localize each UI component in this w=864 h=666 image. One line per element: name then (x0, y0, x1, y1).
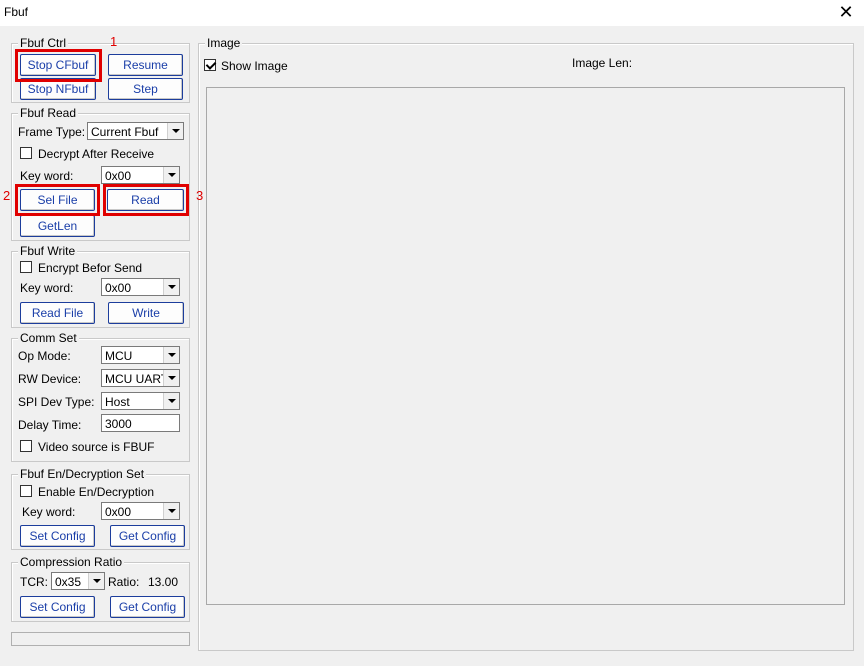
read-file-button[interactable]: Read File (20, 302, 95, 324)
rw-device-label: RW Device: (18, 372, 82, 386)
frame-type-value: Current Fbuf (91, 125, 159, 139)
chevron-down-icon[interactable] (163, 279, 179, 295)
ratio-label: Ratio: (108, 575, 140, 589)
image-len-label: Image Len: (572, 56, 633, 70)
chevron-down-icon[interactable] (163, 503, 179, 519)
decrypt-after-receive-label: Decrypt After Receive (38, 147, 155, 161)
frame-type-select[interactable]: Current Fbuf (87, 122, 184, 140)
delay-time-value: 3000 (105, 417, 132, 431)
op-mode-label: Op Mode: (18, 349, 71, 363)
resume-button[interactable]: Resume (108, 54, 183, 76)
delay-time-input[interactable]: 3000 (101, 414, 180, 432)
fbuf-read-legend: Fbuf Read (18, 106, 79, 120)
endec-keyword-label: Key word: (22, 505, 76, 519)
spi-dev-type-value: Host (105, 395, 130, 409)
chevron-down-icon[interactable] (163, 167, 179, 183)
status-strip (11, 632, 190, 646)
stop-cfbuf-button[interactable]: Stop CFbuf (20, 54, 96, 76)
chevron-down-icon[interactable] (163, 370, 179, 386)
delay-time-label: Delay Time: (18, 418, 82, 432)
frame-type-label: Frame Type: (18, 125, 86, 139)
annotation-number-1: 1 (110, 34, 118, 49)
show-image-label: Show Image (221, 59, 288, 73)
read-keyword-value: 0x00 (105, 169, 132, 183)
chevron-down-icon[interactable] (167, 123, 183, 139)
write-keyword-select[interactable]: 0x00 (101, 278, 180, 296)
spi-dev-type-select[interactable]: Host (101, 392, 180, 410)
show-image-checkbox[interactable] (204, 59, 216, 71)
annotation-number-2: 2 (3, 188, 11, 203)
fbuf-write-legend: Fbuf Write (18, 244, 78, 258)
enable-endecryption-label: Enable En/Decryption (38, 485, 155, 499)
getlen-button[interactable]: GetLen (20, 215, 95, 237)
ratio-value: 13.00 (148, 575, 179, 589)
video-source-checkbox[interactable] (20, 440, 32, 452)
sel-file-button[interactable]: Sel File (20, 189, 95, 211)
tcr-select[interactable]: 0x35 (51, 572, 105, 590)
read-keyword-label: Key word: (20, 169, 74, 183)
op-mode-select[interactable]: MCU (101, 346, 180, 364)
comm-set-legend: Comm Set (18, 331, 79, 345)
endec-keyword-select[interactable]: 0x00 (101, 502, 180, 520)
annotation-number-3: 3 (196, 188, 204, 203)
endec-set-config-button[interactable]: Set Config (20, 525, 95, 547)
encrypt-before-send-label: Encrypt Befor Send (38, 261, 143, 275)
fbuf-ctrl-legend: Fbuf Ctrl (18, 36, 69, 50)
compression-get-config-button[interactable]: Get Config (110, 596, 185, 618)
title-bar: Fbuf ✕ (0, 0, 864, 26)
decrypt-after-receive-checkbox[interactable] (20, 147, 32, 159)
read-keyword-select[interactable]: 0x00 (101, 166, 180, 184)
endec-get-config-button[interactable]: Get Config (110, 525, 185, 547)
compression-legend: Compression Ratio (18, 555, 125, 569)
compression-set-config-button[interactable]: Set Config (20, 596, 95, 618)
enable-endecryption-checkbox[interactable] (20, 485, 32, 497)
tcr-value: 0x35 (55, 575, 82, 589)
encrypt-before-send-checkbox[interactable] (20, 261, 32, 273)
image-display-area (206, 87, 845, 605)
write-button[interactable]: Write (108, 302, 184, 324)
endec-keyword-value: 0x00 (105, 505, 132, 519)
op-mode-value: MCU (105, 349, 133, 363)
image-legend: Image (205, 36, 243, 50)
chevron-down-icon[interactable] (163, 393, 179, 409)
write-keyword-label: Key word: (20, 281, 74, 295)
endecryption-legend: Fbuf En/Decryption Set (18, 467, 147, 481)
rw-device-value: MCU UART (105, 372, 169, 386)
chevron-down-icon[interactable] (88, 573, 104, 589)
stop-nfbuf-button[interactable]: Stop NFbuf (20, 78, 96, 100)
close-icon[interactable]: ✕ (828, 0, 864, 26)
read-button[interactable]: Read (107, 189, 184, 211)
window-title: Fbuf (4, 5, 29, 19)
write-keyword-value: 0x00 (105, 281, 132, 295)
rw-device-select[interactable]: MCU UART (101, 369, 180, 387)
step-button[interactable]: Step (108, 78, 183, 100)
chevron-down-icon[interactable] (163, 347, 179, 363)
spi-dev-type-label: SPI Dev Type: (18, 395, 95, 409)
tcr-label: TCR: (20, 575, 48, 589)
video-source-label: Video source is FBUF (38, 440, 155, 454)
